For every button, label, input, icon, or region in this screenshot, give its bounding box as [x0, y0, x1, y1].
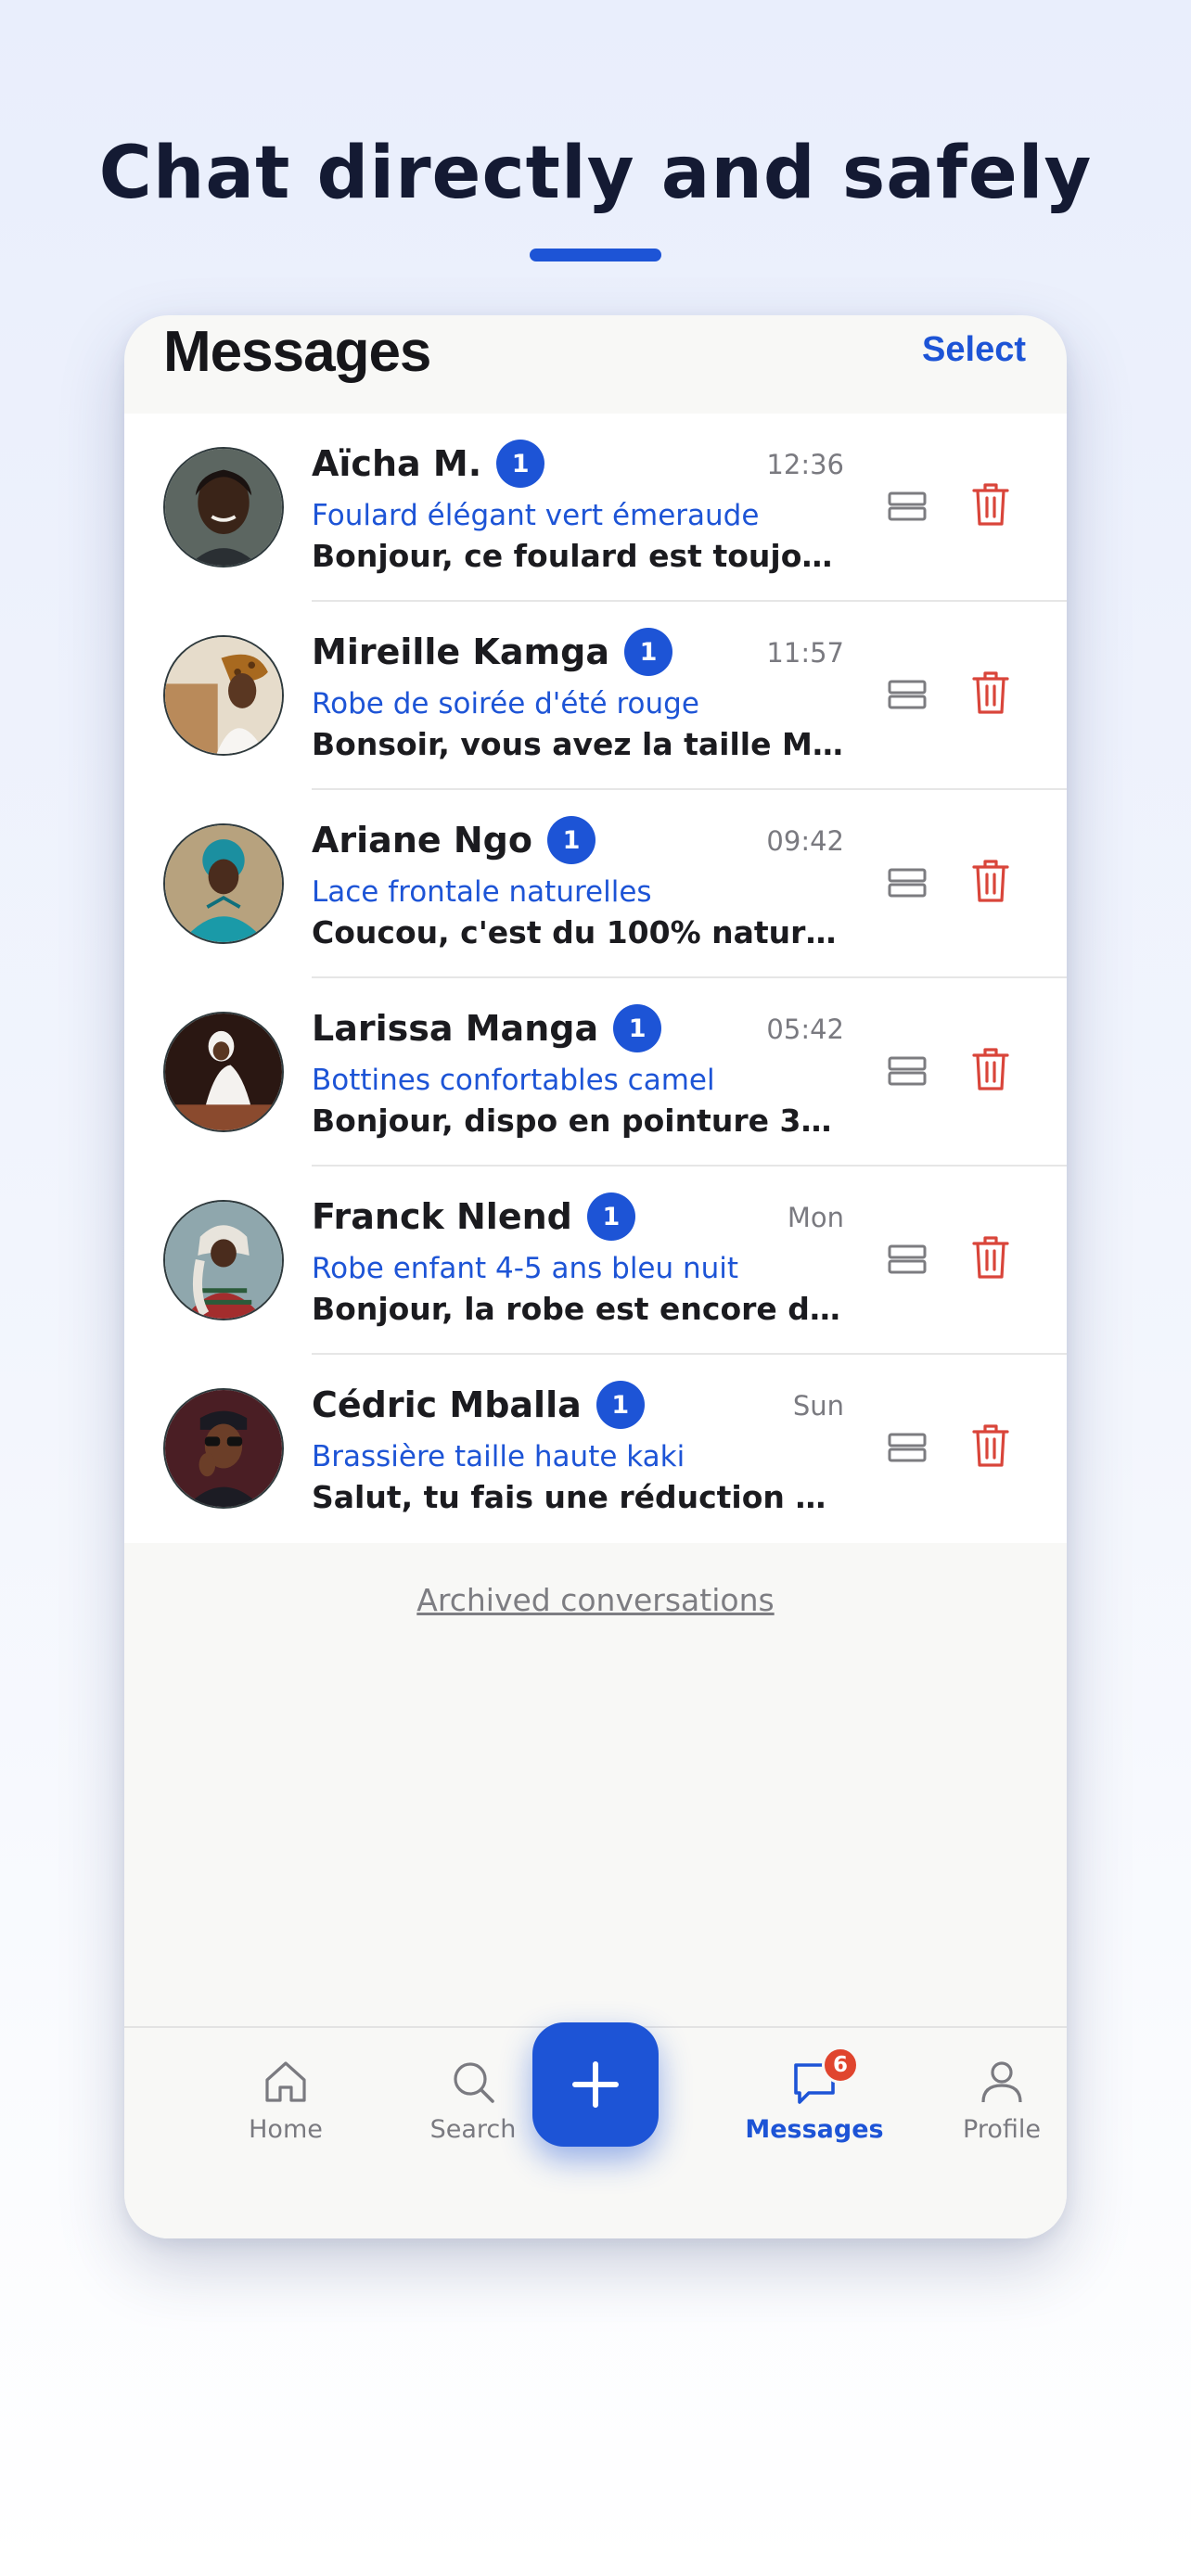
avatar — [163, 823, 284, 944]
contact-name: Mireille Kamga — [312, 631, 609, 672]
message-preview: Bonsoir, vous avez la taille M ? E... — [312, 726, 844, 762]
archive-icon[interactable] — [887, 1051, 928, 1091]
product-title: Lace frontale naturelles — [312, 875, 652, 909]
contact-name: Larissa Manga — [312, 1008, 599, 1049]
archive-icon[interactable] — [887, 1239, 928, 1280]
trash-icon[interactable] — [970, 1233, 1011, 1282]
avatar — [163, 447, 284, 567]
message-preview: Coucou, c'est du 100% naturel... — [312, 914, 844, 950]
tab-messages[interactable]: 6 Messages — [740, 2047, 889, 2144]
product-title: Brassière taille haute kaki — [312, 1440, 685, 1473]
unread-badge: 1 — [496, 440, 545, 488]
conversation-list: Aïcha M. 1 12:36 Foulard élégant vert éme… — [124, 414, 1067, 1543]
tab-search-label: Search — [429, 2115, 517, 2144]
timestamp: Sun — [792, 1390, 844, 1422]
timestamp: 12:36 — [766, 449, 844, 480]
avatar — [163, 1388, 284, 1509]
trash-icon[interactable] — [970, 857, 1011, 905]
headline-underline — [530, 249, 661, 261]
plus-icon — [572, 2061, 619, 2108]
conversation-row[interactable]: Franck Nlend 1 Mon Robe enfant 4-5 ans bl… — [124, 1167, 1067, 1355]
avatar — [163, 1012, 284, 1132]
unread-badge: 1 — [613, 1004, 662, 1052]
unread-badge: 1 — [586, 1192, 635, 1241]
message-preview: Bonjour, dispo en pointure 39 ?... — [312, 1103, 844, 1139]
timestamp: 11:57 — [766, 637, 844, 669]
timestamp: 05:42 — [766, 1014, 844, 1045]
contact-name: Aïcha M. — [312, 443, 482, 484]
message-preview: Bonjour, la robe est encore disp... — [312, 1291, 844, 1327]
unread-badge: 1 — [623, 628, 672, 676]
page-title: Messages — [163, 320, 431, 384]
tab-messages-label: Messages — [745, 2115, 884, 2144]
unread-badge: 1 — [596, 1381, 645, 1429]
conversation-row[interactable]: Ariane Ngo 1 09:42 Lace frontale naturell… — [124, 790, 1067, 978]
contact-name: Ariane Ngo — [312, 820, 532, 861]
product-title: Bottines confortables camel — [312, 1064, 715, 1097]
tab-profile-label: Profile — [963, 2115, 1041, 2144]
tab-search[interactable]: Search — [399, 2056, 547, 2144]
home-icon — [265, 2061, 306, 2102]
avatar — [163, 635, 284, 756]
messages-badge: 6 — [822, 2047, 859, 2084]
avatar — [163, 1200, 284, 1320]
contact-name: Franck Nlend — [312, 1196, 572, 1237]
tab-home-label: Home — [249, 2115, 323, 2144]
product-title: Foulard élégant vert émeraude — [312, 499, 760, 532]
select-button[interactable]: Select — [922, 330, 1026, 370]
conversation-row[interactable]: Aïcha M. 1 12:36 Foulard élégant vert éme… — [124, 414, 1067, 602]
trash-icon[interactable] — [970, 480, 1011, 529]
archive-icon[interactable] — [887, 486, 928, 527]
conversation-row[interactable]: Cédric Mballa 1 Sun Brassière taille haut… — [124, 1355, 1067, 1543]
contact-name: Cédric Mballa — [312, 1384, 582, 1425]
product-title: Robe enfant 4-5 ans bleu nuit — [312, 1252, 739, 1285]
tab-home[interactable]: Home — [211, 2056, 360, 2144]
timestamp: Mon — [787, 1202, 844, 1233]
conversation-row[interactable]: Larissa Manga 1 05:42 Bottines confortabl… — [124, 978, 1067, 1167]
tab-profile[interactable]: Profile — [928, 2056, 1067, 2144]
search-icon — [454, 2062, 494, 2103]
trash-icon[interactable] — [970, 669, 1011, 717]
unread-badge: 1 — [546, 816, 596, 864]
product-title: Robe de soirée d'été rouge — [312, 687, 699, 721]
trash-icon[interactable] — [970, 1045, 1011, 1093]
message-preview: Bonjour, ce foulard est toujours... — [312, 538, 844, 574]
archive-icon[interactable] — [887, 862, 928, 903]
archive-icon[interactable] — [887, 1427, 928, 1468]
archive-icon[interactable] — [887, 674, 928, 715]
phone-screen: Messages Select Aïcha M. 1 12:36 Foulard … — [124, 315, 1067, 2238]
timestamp: 09:42 — [766, 825, 844, 857]
trash-icon[interactable] — [970, 1422, 1011, 1470]
user-icon — [981, 2061, 1022, 2103]
archived-conversations-link[interactable]: Archived conversations — [124, 1582, 1067, 1618]
add-listing-button[interactable] — [532, 2022, 659, 2147]
messages-header: Messages Select — [124, 315, 1067, 414]
message-preview: Salut, tu fais une réduction si je... — [312, 1479, 844, 1515]
headline: Chat directly and safely — [98, 132, 1093, 215]
conversation-row[interactable]: Mireille Kamga 1 11:57 Robe de soirée d'é… — [124, 602, 1067, 790]
